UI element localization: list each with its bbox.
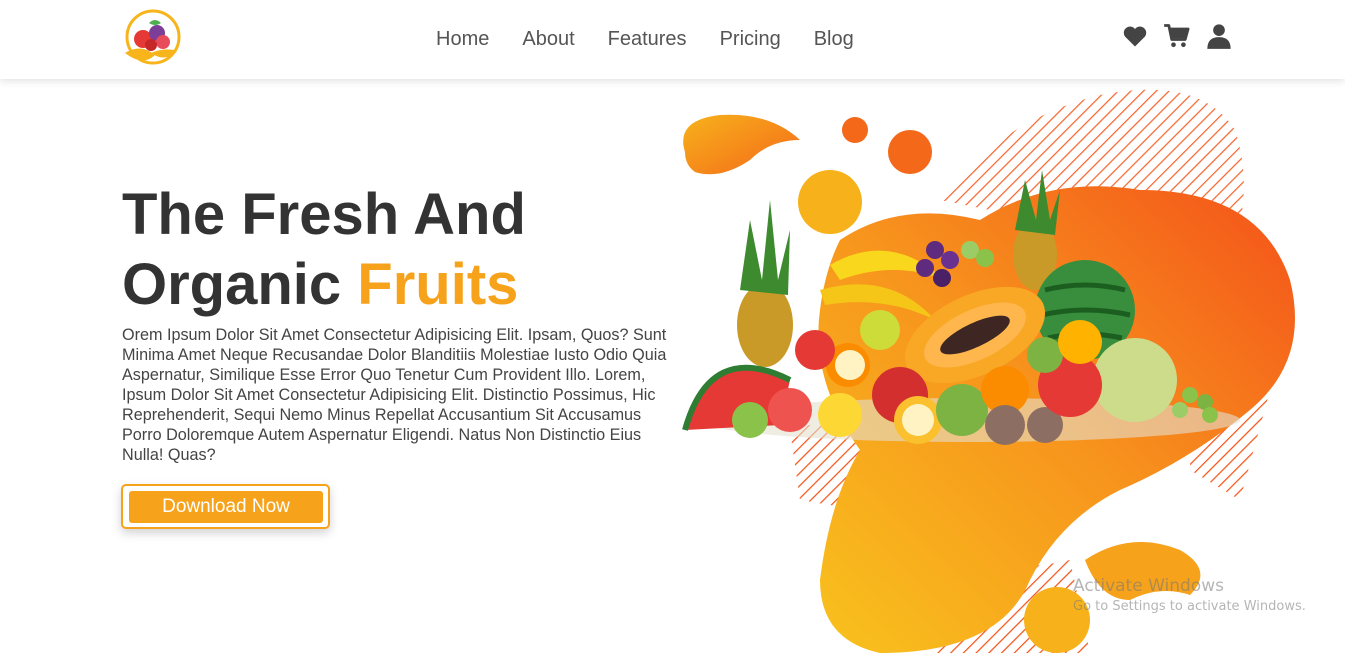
nav-blog[interactable]: Blog [814,28,854,51]
nav-about[interactable]: About [522,28,574,51]
cart-icon[interactable] [1163,22,1191,50]
watermark-title: Activate Windows [1073,576,1224,596]
hero-title: The Fresh And Organic Fruits [122,180,682,320]
fruit-basket-logo[interactable] [121,9,183,67]
download-now-button[interactable]: Download Now [129,491,323,523]
site-header: Home About Features Pricing Blog [0,0,1345,79]
main-nav: Home About Features Pricing Blog [436,28,887,51]
header-icons [1121,22,1233,50]
fruit-illustration [670,80,1345,653]
hero-title-line2: Organic [122,252,358,317]
hero-title-line1: The Fresh And [122,182,526,247]
nav-home[interactable]: Home [436,28,489,51]
nav-features[interactable]: Features [608,28,687,51]
watermark-subtitle: Go to Settings to activate Windows. [1073,599,1306,614]
heart-icon[interactable] [1121,22,1149,50]
hero-title-accent: Fruits [357,252,519,317]
hero-description: Orem Ipsum Dolor Sit Amet Consectetur Ad… [122,326,667,464]
nav-pricing[interactable]: Pricing [720,28,781,51]
download-button-frame: Download Now [121,484,330,529]
windows-activation-watermark: Activate Windows Go to Settings to activ… [1073,576,1306,614]
user-icon[interactable] [1205,22,1233,50]
